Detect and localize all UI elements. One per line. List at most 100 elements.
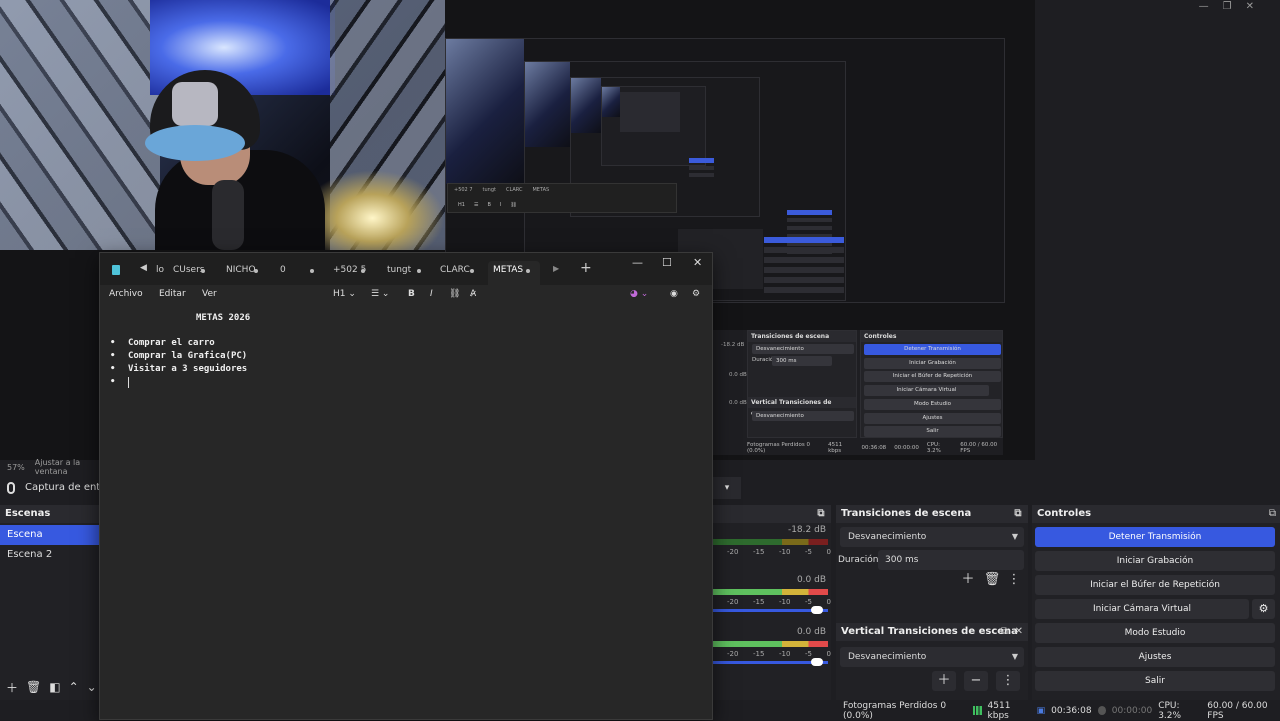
link-icon[interactable]: ⛓ xyxy=(449,289,460,299)
document-heading: METAS 2026 xyxy=(196,313,251,323)
bold-icon[interactable]: B xyxy=(408,289,415,299)
scenes-dock: Escenas Escena Escena 2 xyxy=(0,505,100,700)
trash-icon[interactable]: 🗑 xyxy=(26,680,41,694)
close-icon[interactable]: ✕ xyxy=(1015,626,1023,637)
vertical-transitions-title: Vertical Transiciones de escena xyxy=(836,623,1028,641)
arrow-down-icon[interactable]: ⌄ xyxy=(87,680,97,694)
close-button[interactable]: ✕ xyxy=(693,256,702,269)
popout-icon[interactable]: ⧉ xyxy=(1012,508,1024,520)
tab-active[interactable]: METAS xyxy=(488,261,540,285)
vertical-transition-select[interactable]: Desvanecimiento ▼ xyxy=(840,647,1024,667)
tab[interactable]: tungt xyxy=(387,261,427,285)
tab[interactable]: NICHO xyxy=(226,261,266,285)
tab[interactable]: CLARC xyxy=(440,261,480,285)
slider-knob[interactable] xyxy=(811,606,823,614)
clear-format-icon[interactable]: A̷ xyxy=(470,289,476,299)
popout-icon[interactable]: ⧉ xyxy=(1001,626,1008,637)
tab[interactable]: +502 5 xyxy=(333,261,373,285)
gear-icon[interactable]: ⚙ xyxy=(692,289,700,299)
transitions-title: Transiciones de escena xyxy=(836,505,1028,523)
minimize-button[interactable]: — xyxy=(1199,0,1209,14)
scroll-left-icon[interactable]: ◀ xyxy=(140,263,147,273)
volume-slider[interactable] xyxy=(713,658,828,666)
add-icon[interactable]: ＋ xyxy=(6,679,18,696)
copilot-icon[interactable]: ◕ ⌄ xyxy=(630,289,648,299)
nested-obs-docks: Transiciones de escena Desvanecimiento D… xyxy=(713,330,1003,455)
trash-icon[interactable]: 🗑 xyxy=(983,571,1001,589)
mixer-channel: -18.2 dB -20 -15 -10 -5 0 xyxy=(713,525,831,575)
scene-item[interactable]: Escena xyxy=(0,525,100,545)
list-item: • Comprar la Grafica(PC) xyxy=(110,351,248,361)
volume-meter xyxy=(713,641,828,647)
status-bar: Fotogramas Perdidos 0 (0.0%) 4511 kbps ▣… xyxy=(713,700,1280,721)
settings-button[interactable]: Ajustes xyxy=(1035,647,1275,667)
transition-select[interactable]: Desvanecimiento ▼ xyxy=(840,527,1024,547)
source-dropdown[interactable]: ▾ xyxy=(713,477,741,499)
start-recording-button[interactable]: Iniciar Grabación xyxy=(1035,551,1275,571)
minus-icon[interactable]: − xyxy=(964,671,988,691)
add-icon[interactable]: ＋ xyxy=(932,671,956,691)
gear-icon[interactable]: ⚙ xyxy=(1252,599,1275,619)
mini-notepad-reflection: +502 7 tungt CLARC METAS H1 ☰ B I ⛓ xyxy=(447,183,677,213)
meter-scale: -20 -15 -10 -5 0 xyxy=(727,548,831,556)
exit-button[interactable]: Salir xyxy=(1035,671,1275,691)
stop-stream-button[interactable]: Detener Transmisión xyxy=(1035,527,1275,547)
replay-buffer-button[interactable]: Iniciar el Búfer de Repetición xyxy=(1035,575,1275,595)
popout-icon[interactable]: ⧉ xyxy=(1269,508,1276,519)
tab[interactable]: CUsers xyxy=(173,261,213,285)
tab[interactable]: lo xyxy=(156,261,168,285)
add-icon[interactable]: ＋ xyxy=(959,571,977,589)
close-button[interactable]: ✕ xyxy=(1246,0,1254,14)
more-icon[interactable]: ⋮ xyxy=(996,671,1020,691)
stream-icon: ▣ xyxy=(1036,705,1046,716)
zoom-level: 57% xyxy=(7,462,25,472)
duration-label: Duración xyxy=(838,555,879,565)
notepad-editor[interactable]: METAS 2026 • Comprar el carro • Comprar la… xyxy=(100,307,712,719)
filter-icon[interactable]: ◧ xyxy=(49,680,60,694)
minimize-button[interactable]: — xyxy=(632,256,643,269)
virtual-camera-button[interactable]: Iniciar Cámara Virtual xyxy=(1035,599,1249,619)
maximize-button[interactable]: ❐ xyxy=(1223,0,1232,14)
fit-window-label[interactable]: Ajustar a la ventana xyxy=(35,458,100,476)
preview-zoom-bar: 57% Ajustar a la ventana xyxy=(0,458,100,476)
mixer-channel: 0.0 dB -20 -15 -10 -5 0 xyxy=(713,575,831,625)
popout-icon[interactable]: ⧉ xyxy=(815,508,827,520)
controls-title: Controles xyxy=(1032,505,1280,523)
microphone-icon xyxy=(7,482,15,494)
list-icon[interactable]: ☰ ⌄ xyxy=(371,289,389,299)
arrow-up-icon[interactable]: ⌃ xyxy=(69,680,79,694)
bitrate: 4511 kbps xyxy=(987,700,1011,721)
tab[interactable]: 0 xyxy=(280,261,320,285)
account-icon[interactable]: ◉ xyxy=(670,289,678,299)
volume-meter xyxy=(713,589,828,595)
volume-meter xyxy=(713,539,828,545)
slider-knob[interactable] xyxy=(811,658,823,666)
menu-view[interactable]: Ver xyxy=(202,289,217,299)
studio-mode-button[interactable]: Modo Estudio xyxy=(1035,623,1275,643)
meter-scale: -20 -15 -10 -5 0 xyxy=(727,650,831,658)
list-item: • Visitar a 3 seguidores xyxy=(110,364,248,374)
menu-edit[interactable]: Editar xyxy=(159,289,186,299)
meter-scale: -20 -15 -10 -5 0 xyxy=(727,598,831,606)
signal-icon xyxy=(973,706,982,715)
channel-db: 0.0 dB xyxy=(796,627,826,637)
volume-slider[interactable] xyxy=(713,606,828,614)
scene-toolbar: ＋ 🗑 ◧ ⌃ ⌄ xyxy=(0,676,100,698)
menu-file[interactable]: Archivo xyxy=(109,289,143,299)
more-icon[interactable]: ⋮ xyxy=(1005,571,1023,589)
new-tab-button[interactable]: + xyxy=(580,260,592,276)
maximize-button[interactable]: ☐ xyxy=(662,256,672,269)
duration-input[interactable]: 300 ms xyxy=(878,550,1024,570)
scene-item[interactable]: Escena 2 xyxy=(0,545,100,565)
channel-db: -18.2 dB xyxy=(787,525,826,535)
italic-icon[interactable]: I xyxy=(430,289,433,299)
audio-mixer-dock: ⧉ -18.2 dB -20 -15 -10 -5 0 0.0 dB -20 -15 -10… xyxy=(713,505,831,700)
controls-dock: Controles ⧉ Detener Transmisión Iniciar … xyxy=(1032,505,1280,700)
tab-scroll-right-icon[interactable]: ▶ xyxy=(553,264,559,273)
mixer-channel: 0.0 dB -20 -15 -10 -5 0 xyxy=(713,627,831,677)
notepad-app-icon xyxy=(112,265,120,275)
heading-select[interactable]: H1 ⌄ xyxy=(333,289,356,299)
channel-db: 0.0 dB xyxy=(796,575,826,585)
record-time: 00:00:00 xyxy=(1111,705,1153,716)
nested-status-bar: Fotogramas Perdidos 0 (0.0%) 4511 kbps 0… xyxy=(747,442,998,454)
